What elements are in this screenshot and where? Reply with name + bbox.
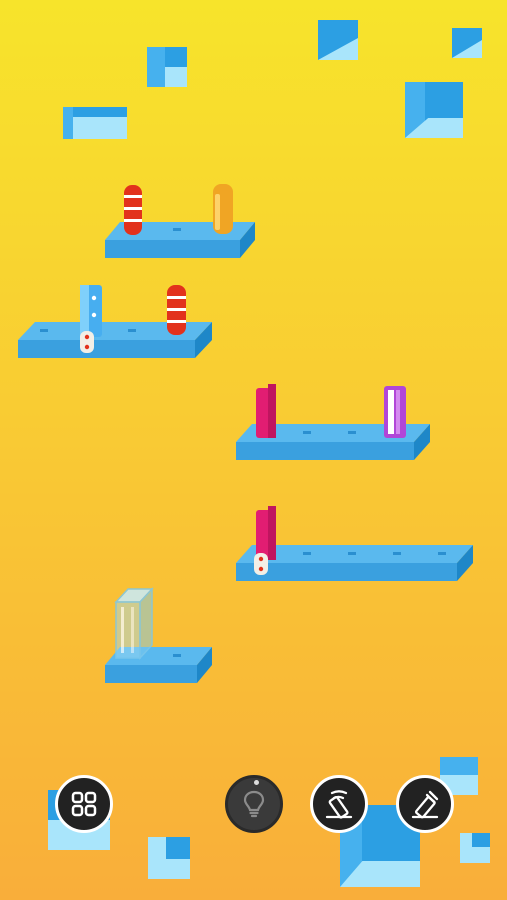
glass-domino[interactable]	[114, 587, 154, 660]
push-left-button[interactable]	[310, 775, 368, 833]
lightbulb-icon	[243, 790, 265, 818]
grid-icon	[71, 791, 97, 817]
pink-domino[interactable]	[256, 384, 276, 438]
domino-fall-right-icon	[411, 790, 439, 819]
hint-indicator-dot	[254, 780, 259, 785]
game-board	[18, 184, 473, 683]
red-striped-domino[interactable]	[167, 285, 186, 335]
menu-button[interactable]	[55, 775, 113, 833]
push-right-button[interactable]	[396, 775, 454, 833]
red-striped-domino[interactable]	[124, 185, 142, 235]
hint-button[interactable]	[225, 775, 283, 833]
purple-domino[interactable]	[384, 386, 406, 438]
orange-domino[interactable]	[213, 184, 233, 234]
domino-fall-left-icon	[325, 790, 353, 819]
